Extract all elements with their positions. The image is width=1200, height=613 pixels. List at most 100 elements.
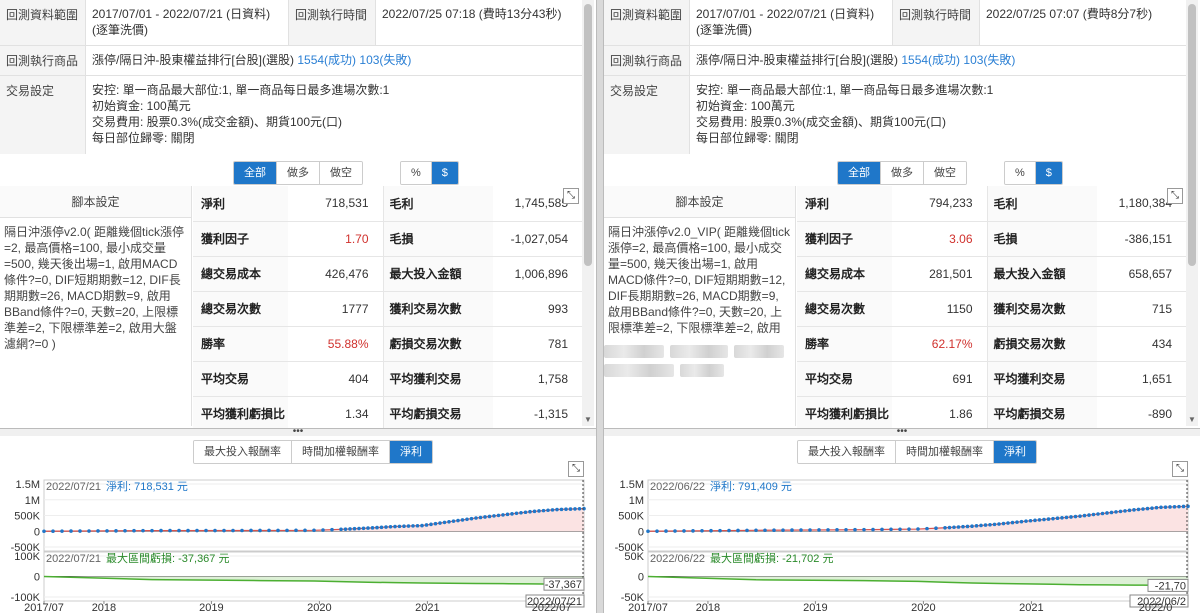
tab-time-weighted-return[interactable]: 時間加權報酬率 [896, 441, 994, 463]
tab-time-weighted-return[interactable]: 時間加權報酬率 [292, 441, 390, 463]
stats-row: 總交易成本 281,501 最大投入金額 658,657 [797, 256, 1186, 292]
fail-count-link[interactable]: 103(失敗) [359, 53, 411, 67]
stat-label: 勝率 [193, 326, 288, 362]
net-point [736, 528, 740, 533]
chart-tabs: 最大投入報酬率 時間加權報酬率 淨利 [797, 440, 1037, 464]
y-tick-label: 1M [25, 495, 40, 507]
scroll-down-arrow[interactable]: ▼ [1188, 415, 1196, 424]
net-point [276, 528, 280, 533]
resize-handle[interactable]: ••• [604, 427, 1200, 437]
net-point [1123, 509, 1127, 513]
net-point [406, 524, 411, 528]
product-row: 回測執行商品 漲停/隔日沖-股東權益排行[台股](選股) 1554(成功) 10… [0, 46, 582, 76]
stat-value: 281,501 [892, 256, 987, 292]
stat-label: 總交易次數 [797, 291, 892, 327]
net-point [330, 527, 334, 532]
filter-short-button[interactable]: 做空 [320, 162, 362, 184]
filter-short-button[interactable]: 做空 [924, 162, 966, 184]
vertical-scrollbar[interactable]: ▼ [1186, 0, 1198, 426]
tab-net-profit[interactable]: 淨利 [390, 441, 432, 463]
product-value: 漲停/隔日沖-股東權益排行[台股](選股) 1554(成功) 103(失敗) [86, 46, 582, 75]
chart-tabs: 最大投入報酬率 時間加權報酬率 淨利 [193, 440, 433, 464]
vertical-scrollbar[interactable]: ▼ [582, 0, 594, 426]
settings-line: 初始資金: 100萬元 [696, 99, 795, 113]
equity-chart: 1.5M1M500K0-500K100K0-100K2022/07/21 淨利: … [11, 479, 586, 613]
net-point [42, 529, 46, 534]
unit-percent-button[interactable]: % [401, 162, 432, 184]
unit-dollar-button[interactable]: $ [431, 162, 458, 184]
net-point [934, 526, 938, 531]
net-point [664, 529, 668, 533]
stat-label: 毛利 [986, 186, 1097, 222]
net-point [956, 525, 961, 529]
net-point [168, 528, 172, 533]
scrollbar-thumb[interactable] [1188, 4, 1196, 266]
settings-line: 每日部位歸零: 關閉 [696, 131, 799, 145]
net-point [1091, 512, 1096, 517]
net-point [204, 528, 208, 533]
pane-splitter[interactable] [596, 0, 604, 613]
net-point [303, 528, 307, 533]
stat-label: 總交易次數 [193, 291, 288, 327]
stat-value: 1150 [892, 291, 987, 327]
y-tick-label: 0 [34, 572, 40, 584]
filter-all-button[interactable]: 全部 [234, 162, 277, 184]
dd-legend-value: 最大區間虧損: -21,702 元 [710, 551, 833, 565]
net-point [231, 528, 235, 533]
expand-stats-icon[interactable]: ⤡ [563, 188, 579, 204]
filter-all-button[interactable]: 全部 [838, 162, 881, 184]
net-point [826, 528, 830, 532]
net-point [469, 516, 474, 521]
net-point [1109, 510, 1114, 515]
success-count-link[interactable]: 1554(成功) [901, 53, 960, 67]
resize-handle[interactable]: ••• [0, 427, 596, 437]
net-point [523, 510, 528, 515]
stat-value: 1.70 [288, 221, 383, 257]
tab-net-profit[interactable]: 淨利 [994, 441, 1036, 463]
dd-legend-date: 2022/06/22 [650, 553, 705, 565]
net-point [1172, 505, 1177, 509]
stat-value: 1,651 [1097, 361, 1186, 397]
net-point [992, 522, 997, 527]
net-point [487, 514, 492, 519]
success-count-link[interactable]: 1554(成功) [297, 53, 356, 67]
settings-line: 每日部位歸零: 關閉 [92, 131, 195, 145]
filter-long-button[interactable]: 做多 [881, 162, 924, 184]
fail-count-link[interactable]: 103(失敗) [963, 53, 1015, 67]
stat-value: 1,758 [493, 361, 582, 397]
net-point [1024, 519, 1028, 523]
stat-value: 404 [288, 361, 383, 397]
net-point [375, 525, 379, 530]
script-params-header: 腳本設定 [0, 186, 191, 218]
net-point [925, 526, 929, 531]
net-point [1060, 516, 1064, 520]
expand-stats-icon[interactable]: ⤡ [1167, 188, 1183, 204]
net-point [546, 508, 550, 513]
net-point [907, 527, 911, 531]
net-point [1163, 505, 1168, 509]
net-point [1181, 504, 1186, 509]
net-point [388, 524, 393, 529]
net-point [1132, 508, 1136, 512]
unit-percent-button[interactable]: % [1005, 162, 1036, 184]
net-legend-value: 淨利: 791,409 元 [710, 480, 792, 493]
filter-long-button[interactable]: 做多 [277, 162, 320, 184]
tab-max-invest-return[interactable]: 最大投入報酬率 [194, 441, 292, 463]
net-point [541, 508, 546, 513]
settings-value: 安控: 單一商品最大部位:1, 單一商品每日最多進場次數:1 初始資金: 100… [690, 76, 1186, 154]
x-tick-label: 2020 [911, 602, 935, 613]
scroll-down-arrow[interactable]: ▼ [584, 415, 592, 424]
net-point [222, 528, 226, 533]
net-point [384, 525, 388, 529]
net-point [880, 527, 884, 532]
unit-dollar-button[interactable]: $ [1035, 162, 1062, 184]
scrollbar-thumb[interactable] [584, 4, 592, 266]
tab-max-invest-return[interactable]: 最大投入報酬率 [798, 441, 896, 463]
stat-value: 62.17% [892, 326, 987, 362]
net-point [379, 525, 384, 530]
net-point [393, 524, 397, 529]
net-point [1051, 516, 1055, 521]
net-point [87, 529, 91, 533]
net-point [1046, 517, 1051, 521]
script-params-text: 隔日沖漲停v2.0( 距離幾個tick漲停=2, 最高價格=100, 最小成交量… [4, 225, 185, 351]
